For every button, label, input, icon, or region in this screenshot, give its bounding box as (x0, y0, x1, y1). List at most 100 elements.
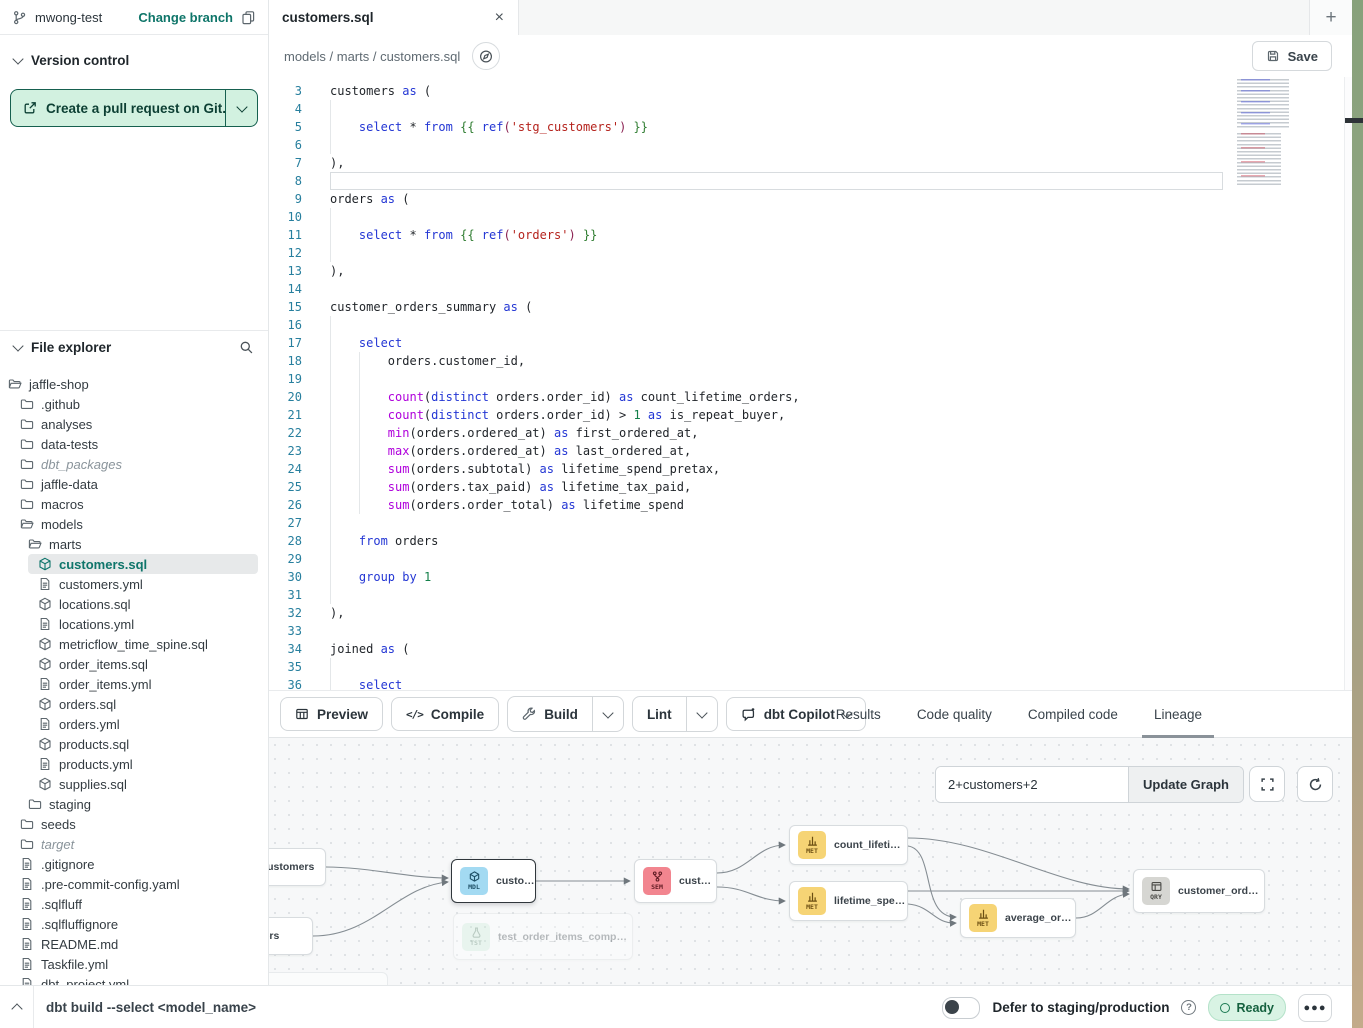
code-line-22[interactable]: 22 min(orders.ordered_at) as first_order… (268, 424, 1352, 442)
file-tree-item-products-sql[interactable]: products.sql (0, 734, 268, 754)
file-tree-item--github[interactable]: .github (0, 394, 268, 414)
file-tree-item-taskfile-yml[interactable]: Taskfile.yml (0, 954, 268, 974)
code-line-9[interactable]: 9orders as ( (268, 190, 1352, 208)
file-tree-item-jaffle-shop[interactable]: jaffle-shop (0, 374, 268, 394)
lineage-node-test-order-items[interactable]: TSTtest_order_items_compute_to_bools... (453, 913, 633, 960)
lineage-node-customers-semantic[interactable]: SEMcustomers (634, 859, 717, 903)
lint-dropdown[interactable] (686, 697, 717, 731)
save-button[interactable]: Save (1252, 41, 1332, 71)
file-tree-item-customers-sql[interactable]: customers.sql (0, 554, 268, 574)
file-tree-item-order-items-sql[interactable]: order_items.sql (0, 654, 268, 674)
refresh-button[interactable] (1297, 766, 1333, 802)
update-graph-button[interactable]: Update Graph (1128, 767, 1243, 802)
minimap[interactable] (1235, 77, 1309, 189)
file-tree-item-locations-sql[interactable]: locations.sql (0, 594, 268, 614)
file-tree-item--sqlfluffignore[interactable]: .sqlfluffignore (0, 914, 268, 934)
code-line-12[interactable]: 12 (268, 244, 1352, 262)
code-line-18[interactable]: 18 orders.customer_id, (268, 352, 1352, 370)
code-line-26[interactable]: 26 sum(orders.order_total) as lifetime_s… (268, 496, 1352, 514)
code-line-33[interactable]: 33 (268, 622, 1352, 640)
lineage-node-stg_customers[interactable]: stg_customers (268, 848, 326, 886)
tab-lineage[interactable]: Lineage (1154, 691, 1202, 738)
change-branch-link[interactable]: Change branch (138, 10, 233, 25)
file-tree-item-customers-yml[interactable]: customers.yml (0, 574, 268, 594)
file-tree-item-readme-md[interactable]: README.md (0, 934, 268, 954)
code-line-13[interactable]: 13), (268, 262, 1352, 280)
file-tree-item-models[interactable]: models (0, 514, 268, 534)
close-tab-icon[interactable]: × (495, 10, 504, 26)
lineage-node-customer-order-metrics[interactable]: QRYcustomer_order_metrics (1133, 869, 1265, 913)
code-line-21[interactable]: 21 count(distinct orders.order_id) > 1 a… (268, 406, 1352, 424)
copy-icon[interactable] (241, 10, 256, 25)
code-line-32[interactable]: 32), (268, 604, 1352, 622)
tab-customers-sql[interactable]: customers.sql × (268, 0, 519, 35)
file-tree-item-locations-yml[interactable]: locations.yml (0, 614, 268, 634)
lint-button[interactable]: Lint (633, 697, 686, 731)
code-line-16[interactable]: 16 (268, 316, 1352, 334)
compile-button[interactable]: </> Compile (391, 697, 499, 731)
file-tree-item-analyses[interactable]: analyses (0, 414, 268, 434)
file-tree-item-supplies-sql[interactable]: supplies.sql (0, 774, 268, 794)
code-line-27[interactable]: 27 (268, 514, 1352, 532)
code-line-5[interactable]: 5 select * from {{ ref('stg_customers') … (268, 118, 1352, 136)
code-line-35[interactable]: 35 (268, 658, 1352, 676)
tab-compiled-code[interactable]: Compiled code (1028, 691, 1118, 738)
code-editor[interactable]: 23customers as (45 select * from {{ ref(… (268, 77, 1352, 690)
lineage-node-count-lifetime-orders[interactable]: METcount_lifetime_orders (789, 825, 908, 865)
code-line-11[interactable]: 11 select * from {{ ref('orders') }} (268, 226, 1352, 244)
new-tab-button[interactable]: + (1319, 7, 1342, 28)
scrollbar-thumb[interactable] (1345, 118, 1363, 123)
code-line-6[interactable]: 6 (268, 136, 1352, 154)
tab-code-quality[interactable]: Code quality (917, 691, 992, 738)
file-tree-item-metricflow-time-spine-sql[interactable]: metricflow_time_spine.sql (0, 634, 268, 654)
file-tree-item-dbt-packages[interactable]: dbt_packages (0, 454, 268, 474)
code-line-34[interactable]: 34joined as ( (268, 640, 1352, 658)
search-icon[interactable] (239, 340, 254, 355)
file-tree-item-orders-yml[interactable]: orders.yml (0, 714, 268, 734)
help-icon[interactable]: ? (1181, 1000, 1196, 1015)
code-line-3[interactable]: 3customers as ( (268, 82, 1352, 100)
code-line-20[interactable]: 20 count(distinct orders.order_id) as co… (268, 388, 1352, 406)
file-tree-item-jaffle-data[interactable]: jaffle-data (0, 474, 268, 494)
code-line-15[interactable]: 15customer_orders_summary as ( (268, 298, 1352, 316)
file-tree-item-target[interactable]: target (0, 834, 268, 854)
code-line-28[interactable]: 28 from orders (268, 532, 1352, 550)
file-tree-item--gitignore[interactable]: .gitignore (0, 854, 268, 874)
code-line-17[interactable]: 17 select (268, 334, 1352, 352)
file-tree-item--pre-commit-config-yaml[interactable]: .pre-commit-config.yaml (0, 874, 268, 894)
defer-toggle[interactable] (942, 997, 980, 1019)
code-line-29[interactable]: 29 (268, 550, 1352, 568)
code-line-31[interactable]: 31 (268, 586, 1352, 604)
tab-results[interactable]: Results (836, 691, 881, 738)
lineage-node-orders[interactable]: orders (268, 917, 313, 955)
more-options-button[interactable]: ●●● (1298, 994, 1332, 1022)
preview-button[interactable]: Preview (280, 697, 383, 731)
lineage-node-average-order-value[interactable]: METaverage_order_value (960, 898, 1076, 938)
collapse-panel-button[interactable] (0, 986, 34, 1028)
file-explorer-header[interactable]: File explorer (0, 330, 268, 363)
file-tree-item-products-yml[interactable]: products.yml (0, 754, 268, 774)
code-line-8[interactable]: 8 (268, 172, 1352, 190)
fullscreen-button[interactable] (1249, 766, 1285, 802)
model-selector-input[interactable] (936, 767, 1128, 802)
lineage-node-customers-model[interactable]: MDLcustomers (451, 859, 536, 903)
code-line-36[interactable]: 36 select (268, 676, 1352, 690)
file-tree-item-marts[interactable]: marts (0, 534, 268, 554)
create-pr-button[interactable]: Create a pull request on Git... (11, 90, 225, 126)
code-line-30[interactable]: 30 group by 1 (268, 568, 1352, 586)
code-line-4[interactable]: 4 (268, 100, 1352, 118)
cli-command[interactable]: dbt build --select <model_name> (46, 1000, 256, 1015)
build-dropdown[interactable] (592, 697, 623, 731)
file-tree-item-macros[interactable]: macros (0, 494, 268, 514)
file-tree-item--sqlfluff[interactable]: .sqlfluff (0, 894, 268, 914)
lineage-node-lifetime-spend-pretax[interactable]: METlifetime_spend_pretax (789, 881, 908, 921)
lineage-panel[interactable]: stg_customersorders MDLcustomers TSTtest_o… (268, 738, 1352, 985)
code-line-24[interactable]: 24 sum(orders.subtotal) as lifetime_spen… (268, 460, 1352, 478)
code-line-14[interactable]: 14 (268, 280, 1352, 298)
code-line-10[interactable]: 10 (268, 208, 1352, 226)
build-button[interactable]: Build (508, 697, 592, 731)
create-pr-dropdown[interactable] (225, 90, 257, 126)
file-tree-item-staging[interactable]: staging (0, 794, 268, 814)
code-line-7[interactable]: 7), (268, 154, 1352, 172)
code-line-25[interactable]: 25 sum(orders.tax_paid) as lifetime_tax_… (268, 478, 1352, 496)
